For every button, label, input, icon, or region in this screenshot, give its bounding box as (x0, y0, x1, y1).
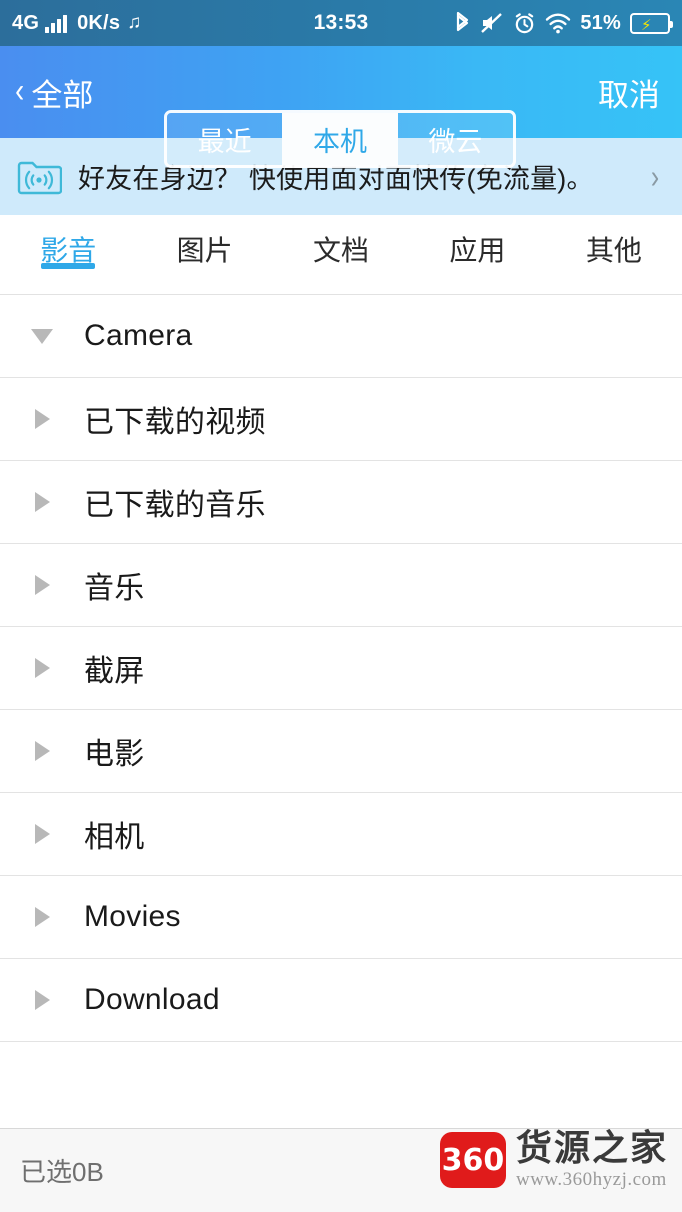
folder-name-label: 已下载的音乐 (84, 489, 266, 522)
watermark-texts: 货源之家 www.360hyzj.com (516, 1130, 668, 1190)
status-bar-left: 4G 0K/s ♫ (12, 12, 142, 35)
data-speed-label: 0K/s (77, 11, 121, 34)
table-row[interactable]: 相机 (0, 793, 682, 876)
folder-name-label: Movies (84, 900, 181, 933)
alarm-clock-icon (513, 12, 536, 35)
segment-local[interactable]: 本机 (282, 113, 398, 165)
table-row[interactable]: 截屏 (0, 627, 682, 710)
tab-apps-label: 应用 (449, 235, 506, 266)
segment-recent[interactable]: 最近 (167, 113, 283, 165)
chevron-right-icon[interactable] (0, 990, 84, 1010)
table-row[interactable]: Camera (0, 295, 682, 378)
watermark-logo: 360 (439, 1132, 506, 1189)
chevron-right-icon[interactable] (0, 575, 84, 595)
category-tabs: 影音 图片 文档 应用 其他 (0, 215, 682, 295)
folder-name-label: 截屏 (84, 655, 145, 688)
tab-media-label: 影音 (40, 235, 97, 266)
chevron-right-icon[interactable] (0, 658, 84, 678)
tab-images-label: 图片 (176, 235, 233, 266)
chevron-right-icon[interactable] (0, 824, 84, 844)
wifi-icon (545, 12, 571, 34)
folder-name-label: Camera (84, 319, 193, 352)
table-row[interactable]: Download (0, 959, 682, 1042)
watermark-brand: 货源之家 (515, 1128, 668, 1170)
cancel-button[interactable]: 取消 (598, 70, 660, 115)
tab-images[interactable]: 图片 (136, 215, 272, 269)
phone-screen: 4G 0K/s ♫ 13:53 51% ⚡ ‹ 全部 最近 本机 微云 取消 好… (0, 0, 682, 1212)
speaker-mute-icon (480, 11, 504, 35)
tab-other[interactable]: 其他 (546, 215, 682, 269)
network-type-label: 4G (12, 11, 40, 34)
tab-media[interactable]: 影音 (0, 215, 136, 269)
segment-weiyun[interactable]: 微云 (397, 113, 513, 165)
music-note-icon: ♫ (127, 12, 142, 33)
signal-bars-icon (45, 13, 68, 33)
folder-name-label: Download (84, 983, 220, 1016)
chevron-right-icon[interactable] (0, 492, 84, 512)
folder-list: Camera 已下载的视频 已下载的音乐 音乐 截屏 电影 相机 Movies (0, 295, 682, 1042)
battery-charging-icon: ⚡ (630, 12, 673, 34)
chevron-right-icon[interactable] (0, 741, 84, 761)
watermark: 360 货源之家 www.360hyzj.com (439, 1130, 668, 1190)
back-button-label: 全部 (31, 77, 94, 113)
status-bar: 4G 0K/s ♫ 13:53 51% ⚡ (0, 0, 682, 46)
status-bar-right: 51% ⚡ (454, 11, 673, 35)
battery-percent-label: 51% (580, 11, 621, 34)
navigation-bar: ‹ 全部 最近 本机 微云 取消 (0, 46, 682, 168)
table-row[interactable]: 音乐 (0, 544, 682, 627)
table-row[interactable]: 电影 (0, 710, 682, 793)
chevron-down-icon[interactable] (0, 328, 84, 344)
tab-other-label: 其他 (585, 235, 642, 266)
back-button[interactable]: ‹ 全部 (0, 70, 93, 115)
chevron-right-icon[interactable] (0, 907, 84, 927)
table-row[interactable]: 已下载的音乐 (0, 461, 682, 544)
back-chevron-icon: ‹ (15, 72, 25, 110)
table-row[interactable]: 已下载的视频 (0, 378, 682, 461)
bluetooth-icon (454, 11, 471, 35)
folder-name-label: 已下载的视频 (84, 406, 266, 439)
tab-apps[interactable]: 应用 (409, 215, 545, 269)
folder-broadcast-icon (16, 157, 63, 197)
folder-name-label: 电影 (84, 738, 145, 771)
source-segmented-control: 最近 本机 微云 (164, 110, 516, 168)
tab-active-underline (41, 263, 96, 269)
chevron-right-icon[interactable] (0, 409, 84, 429)
folder-name-label: 音乐 (84, 572, 145, 605)
table-row[interactable]: Movies (0, 876, 682, 959)
tab-documents-label: 文档 (313, 235, 370, 266)
tab-documents[interactable]: 文档 (273, 215, 409, 269)
watermark-url: www.360hyzj.com (515, 1169, 667, 1191)
selected-size-label: 已选0B (20, 1157, 104, 1187)
folder-name-label: 相机 (84, 821, 145, 854)
chevron-right-icon: › (650, 157, 660, 195)
